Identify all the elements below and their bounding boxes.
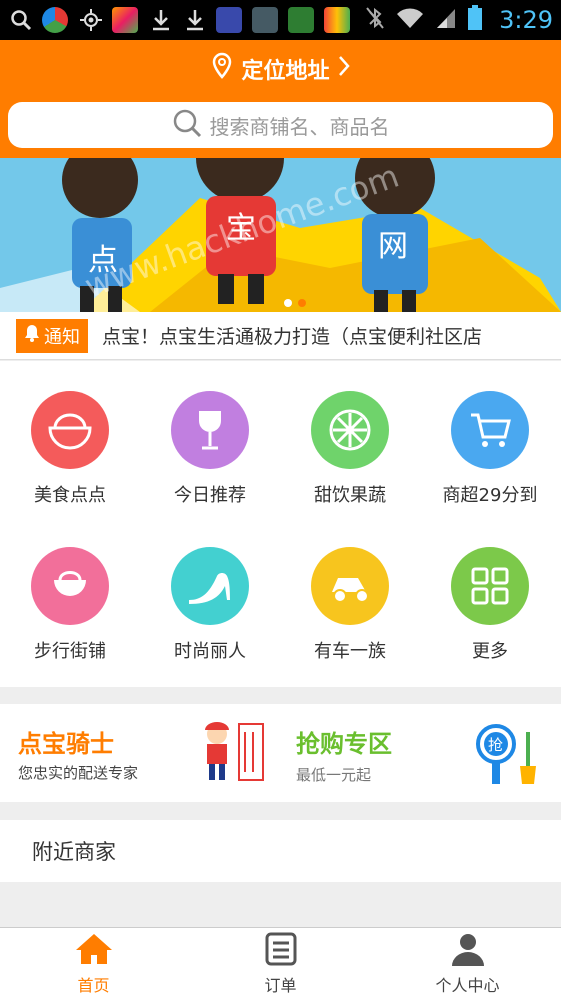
location-label: 定位地址 bbox=[241, 59, 330, 84]
deal-subtitle: 最低一元起 bbox=[296, 766, 372, 784]
more-grid-icon bbox=[451, 547, 529, 625]
home-icon bbox=[74, 932, 114, 970]
magnifier-grab-icon: 抢 bbox=[472, 722, 542, 792]
tab-profile[interactable]: 个人中心 bbox=[374, 928, 561, 999]
bag-icon bbox=[31, 547, 109, 625]
books-app-icon bbox=[324, 7, 350, 33]
knight-promo-card[interactable]: 点宝骑士 您忠实的配送专家 bbox=[0, 704, 280, 802]
notice-text: 点宝！点宝生活通极力打造（点宝便利社区店 bbox=[102, 326, 483, 348]
category-recommend[interactable]: 今日推荐 bbox=[140, 391, 280, 507]
bottom-tab-bar: 首页 订单 个人中心 bbox=[0, 927, 561, 999]
category-label: 时尚丽人 bbox=[174, 641, 246, 662]
category-label: 步行街铺 bbox=[34, 641, 106, 662]
bowl-icon bbox=[31, 391, 109, 469]
reader-app-icon bbox=[252, 7, 278, 33]
order-list-icon bbox=[264, 932, 298, 970]
bell-icon bbox=[24, 324, 40, 347]
nearby-shops-header[interactable]: 附近商家 bbox=[0, 820, 561, 882]
clock-time: 3:29 bbox=[499, 6, 553, 34]
notice-bar[interactable]: 通知 点宝！点宝生活通极力打造（点宝便利社区店 bbox=[0, 312, 561, 360]
category-street-shops[interactable]: 步行街铺 bbox=[0, 547, 140, 663]
category-label: 有车一族 bbox=[314, 641, 386, 662]
wifi-icon bbox=[395, 6, 425, 34]
wine-glass-icon bbox=[171, 391, 249, 469]
category-food[interactable]: 美食点点 bbox=[0, 391, 140, 507]
citrus-slice-icon bbox=[311, 391, 389, 469]
location-selector[interactable]: 定位地址 bbox=[0, 52, 561, 86]
category-label: 美食点点 bbox=[34, 485, 106, 506]
deal-badge: 抢 bbox=[488, 736, 503, 754]
battery-icon bbox=[467, 5, 483, 35]
car-icon bbox=[311, 547, 389, 625]
banner-char-3: 网 bbox=[378, 229, 408, 264]
bluetooth-off-icon bbox=[365, 6, 385, 34]
category-label: 今日推荐 bbox=[174, 485, 246, 506]
search-icon bbox=[172, 108, 202, 143]
search-icon bbox=[8, 7, 34, 33]
category-label: 甜饮果蔬 bbox=[314, 485, 386, 506]
tab-home[interactable]: 首页 bbox=[0, 928, 187, 999]
category-drinks-fruit[interactable]: 甜饮果蔬 bbox=[280, 391, 420, 507]
tab-orders[interactable]: 订单 bbox=[187, 928, 374, 999]
baidu-app-icon bbox=[216, 7, 242, 33]
download-icon bbox=[182, 7, 208, 33]
app-header: 定位地址 搜索商铺名、商品名 bbox=[0, 40, 561, 158]
category-more[interactable]: 更多 bbox=[420, 547, 560, 663]
high-heel-icon bbox=[171, 547, 249, 625]
download-icon bbox=[148, 7, 174, 33]
app-store-icon bbox=[112, 7, 138, 33]
category-car-owners[interactable]: 有车一族 bbox=[280, 547, 420, 663]
category-label: 商超29分到 bbox=[442, 485, 538, 506]
signal-icon bbox=[435, 6, 457, 34]
person-icon bbox=[449, 932, 487, 970]
promo-banner[interactable]: 点 宝 网 www.hackhome.com bbox=[0, 158, 561, 312]
notice-tag-label: 通知 bbox=[44, 326, 80, 348]
search-input[interactable]: 搜索商铺名、商品名 bbox=[8, 102, 553, 148]
location-pin-icon bbox=[211, 52, 233, 86]
banner-illustration: 点 宝 网 www.hackhome.com bbox=[0, 158, 561, 312]
browser-app-icon bbox=[42, 7, 68, 33]
knight-subtitle: 您忠实的配送专家 bbox=[18, 764, 139, 782]
knight-title: 点宝骑士 bbox=[18, 730, 114, 758]
delivery-rider-icon bbox=[195, 720, 269, 790]
gps-icon bbox=[78, 7, 104, 33]
novel-app-icon bbox=[288, 7, 314, 33]
deal-title: 抢购专区 bbox=[296, 730, 392, 758]
status-bar: 3:29 bbox=[0, 0, 561, 40]
flash-deal-card[interactable]: 抢购专区 最低一元起 抢 bbox=[280, 704, 560, 802]
category-supermarket[interactable]: 商超29分到 bbox=[420, 391, 560, 507]
category-label: 更多 bbox=[472, 641, 508, 662]
search-placeholder: 搜索商铺名、商品名 bbox=[209, 114, 390, 139]
category-fashion-beauty[interactable]: 时尚丽人 bbox=[140, 547, 280, 663]
shopping-cart-icon bbox=[451, 391, 529, 469]
chevron-right-icon bbox=[338, 55, 350, 83]
tab-label: 订单 bbox=[264, 975, 297, 995]
category-grid: 美食点点 今日推荐 甜饮果蔬 商超29分到 步行街铺 时尚丽人 有车一族 更多 bbox=[0, 361, 561, 687]
notice-tag: 通知 bbox=[16, 318, 88, 353]
promo-section: 点宝骑士 您忠实的配送专家 抢购专区 最低一元起 抢 bbox=[0, 704, 561, 802]
tab-label: 首页 bbox=[77, 975, 110, 995]
tab-label: 个人中心 bbox=[435, 975, 500, 995]
